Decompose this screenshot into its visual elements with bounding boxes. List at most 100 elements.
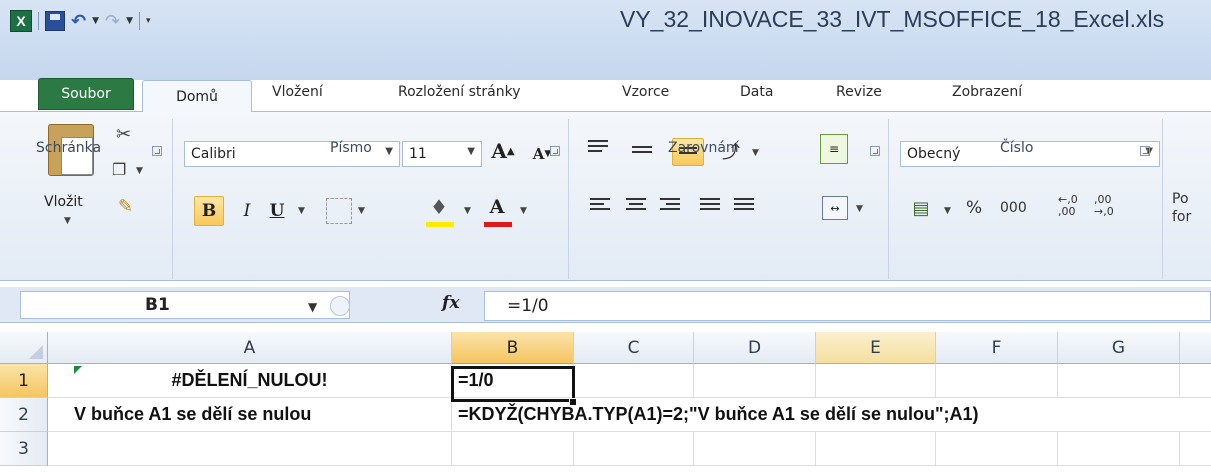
tab-insert[interactable]: Vložení: [272, 84, 323, 110]
orientation-dropdown-icon[interactable]: ▼: [752, 148, 759, 158]
grow-font-button[interactable]: A ▲: [486, 136, 520, 166]
align-top-icon[interactable]: [588, 140, 608, 156]
column-header-h-partial[interactable]: [1180, 332, 1211, 364]
tab-file[interactable]: Soubor: [38, 78, 134, 110]
formula-input[interactable]: =1/0: [484, 291, 1211, 321]
active-cell-border: [451, 366, 575, 402]
redo-dropdown-icon[interactable]: ▼: [126, 16, 133, 26]
excel-icon[interactable]: X: [10, 10, 32, 32]
fill-handle[interactable]: [569, 398, 577, 406]
number-format-value: Obecný: [907, 146, 961, 162]
cell-f1[interactable]: [936, 364, 1058, 398]
column-header-a[interactable]: A: [48, 332, 452, 364]
increase-indent-icon[interactable]: [734, 198, 754, 214]
alignment-launcher-icon[interactable]: [870, 146, 880, 156]
column-header-c[interactable]: C: [574, 332, 694, 364]
column-header-f[interactable]: F: [936, 332, 1058, 364]
select-all-corner[interactable]: [0, 332, 48, 364]
row-header-3[interactable]: 3: [0, 432, 48, 466]
cell-h1[interactable]: [1180, 364, 1211, 398]
align-right-icon[interactable]: [660, 198, 680, 214]
group-label-clipboard: Schránka: [36, 140, 102, 156]
column-header-e[interactable]: E: [816, 332, 936, 364]
clipboard-launcher-icon[interactable]: [152, 146, 162, 156]
undo-dropdown-icon[interactable]: ▼: [92, 16, 99, 26]
underline-dropdown-icon[interactable]: ▼: [298, 206, 305, 216]
increase-decimal-button[interactable]: ←,0 ,00: [1058, 194, 1086, 218]
copy-icon[interactable]: ❐: [112, 160, 126, 179]
underline-button[interactable]: U: [262, 196, 292, 226]
align-left-icon[interactable]: [590, 198, 610, 214]
cell-a3[interactable]: [48, 432, 452, 466]
number-launcher-icon[interactable]: [1140, 146, 1150, 156]
cell-d3[interactable]: [694, 432, 816, 466]
group-separator: [1162, 119, 1163, 279]
merge-dropdown-icon[interactable]: ▼: [856, 204, 863, 214]
tab-page-layout[interactable]: Rozložení stránky: [398, 84, 521, 110]
cell-c1[interactable]: [574, 364, 694, 398]
row-header-2[interactable]: 2: [0, 398, 48, 432]
cell-g3[interactable]: [1058, 432, 1180, 466]
paste-dropdown-icon[interactable]: ▼: [64, 216, 71, 226]
cell-e3[interactable]: [816, 432, 936, 466]
row-header-1[interactable]: 1: [0, 364, 48, 398]
cell-g1[interactable]: [1058, 364, 1180, 398]
bold-button[interactable]: B: [194, 196, 224, 226]
font-color-dropdown-icon[interactable]: ▼: [520, 206, 527, 216]
percent-style-button[interactable]: %: [966, 198, 982, 218]
save-icon[interactable]: [45, 11, 65, 31]
cell-b3[interactable]: [452, 432, 574, 466]
window-title: VY_32_INOVACE_33_IVT_MSOFFICE_18_Excel.x…: [620, 6, 1165, 32]
formula-bar-handle-icon[interactable]: [330, 296, 350, 316]
align-center-icon[interactable]: [626, 198, 646, 214]
customize-qat-icon[interactable]: ▾: [146, 16, 151, 26]
paste-button-label[interactable]: Vložit: [44, 194, 83, 210]
column-header-b[interactable]: B: [452, 332, 574, 364]
cell-f3[interactable]: [936, 432, 1058, 466]
column-header-d[interactable]: D: [694, 332, 816, 364]
cell-b2[interactable]: =KDYŽ(CHYBA.TYP(A1)=2;"V buňce A1 se děl…: [452, 398, 1211, 432]
tab-home[interactable]: Domů: [142, 80, 252, 112]
name-box[interactable]: B1: [20, 291, 350, 319]
accounting-format-icon[interactable]: ▤: [906, 194, 936, 222]
decrease-indent-icon[interactable]: [700, 198, 720, 214]
tab-data[interactable]: Data: [740, 84, 773, 110]
font-color-button[interactable]: A: [482, 192, 512, 222]
borders-dropdown-icon[interactable]: ▼: [358, 206, 365, 216]
accounting-dropdown-icon[interactable]: ▼: [944, 206, 951, 216]
conditional-formatting-partial-label[interactable]: Po for: [1172, 190, 1191, 226]
copy-dropdown-icon[interactable]: ▼: [136, 166, 143, 176]
tab-view[interactable]: Zobrazení: [952, 84, 1022, 110]
chevron-down-icon[interactable]: ▼: [467, 146, 475, 157]
fill-color-icon[interactable]: ♦: [424, 194, 454, 220]
qat-separator: [38, 12, 39, 30]
italic-button[interactable]: I: [232, 196, 262, 226]
decrease-decimal-button[interactable]: ,00 →,0: [1094, 194, 1122, 218]
cell-c3[interactable]: [574, 432, 694, 466]
merge-center-icon[interactable]: ↔: [822, 196, 848, 220]
cell-d1[interactable]: [694, 364, 816, 398]
insert-function-button[interactable]: fx: [442, 293, 459, 313]
format-painter-icon[interactable]: ✎: [118, 196, 133, 217]
cell-a1[interactable]: #DĚLENÍ_NULOU!: [48, 364, 452, 398]
font-size-combo[interactable]: 11 ▼: [402, 141, 482, 167]
column-header-g[interactable]: G: [1058, 332, 1180, 364]
tab-review[interactable]: Revize: [836, 84, 882, 110]
font-launcher-icon[interactable]: [550, 146, 560, 156]
error-indicator-icon[interactable]: [74, 366, 82, 374]
worksheet-grid[interactable]: A B C D E F G 1 2 3 #DĚLENÍ_NULOU! =1/0 …: [0, 332, 1211, 472]
redo-icon[interactable]: ↷: [105, 11, 120, 32]
undo-icon[interactable]: ↶: [71, 11, 86, 32]
cell-h3[interactable]: [1180, 432, 1211, 466]
name-box-dropdown-icon[interactable]: ▼: [308, 300, 317, 314]
fill-color-dropdown-icon[interactable]: ▼: [464, 206, 471, 216]
chevron-down-icon[interactable]: ▼: [385, 146, 393, 157]
wrap-text-icon[interactable]: ≡: [820, 134, 848, 164]
align-middle-icon[interactable]: [632, 146, 652, 162]
comma-style-button[interactable]: 000: [1000, 200, 1027, 216]
borders-icon[interactable]: [326, 198, 352, 224]
tab-formulas[interactable]: Vzorce: [622, 84, 669, 110]
cell-e1[interactable]: [816, 364, 936, 398]
cut-icon[interactable]: ✂: [116, 124, 131, 145]
cell-a2[interactable]: V buňce A1 se dělí se nulou: [48, 398, 452, 432]
